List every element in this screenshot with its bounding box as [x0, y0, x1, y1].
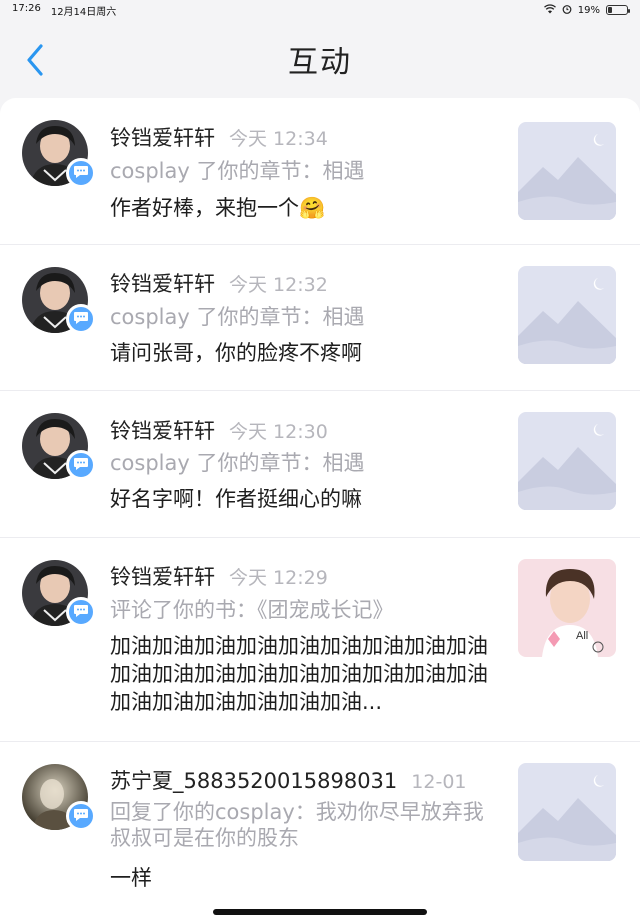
user-name[interactable]: 铃铛爱轩轩 — [110, 415, 215, 445]
user-name[interactable]: 铃铛爱轩轩 — [110, 268, 215, 298]
comment-text: 加油加油加油加油加油加油加油加油加油加油加油加油加油加油加油加油加油加油加油加油… — [110, 634, 488, 714]
chevron-left-icon — [26, 44, 44, 80]
comment-badge — [66, 801, 96, 831]
list-item[interactable]: 铃铛爱轩轩 今天 12:29 评论了你的书：《团宠成长记》 加油加油加油加油加油… — [0, 538, 640, 742]
placeholder-thumbnail[interactable] — [518, 412, 616, 510]
interaction-list: 铃铛爱轩轩 今天 12:34 cosplay 了你的章节：相遇 作者好棒，来抱一… — [0, 98, 640, 921]
action-text: cosplay 了你的章节：相遇 — [110, 305, 365, 329]
status-date: 12月14日周六 — [50, 6, 117, 18]
chat-bubble-icon — [73, 310, 89, 329]
battery-icon — [606, 5, 630, 15]
book-cover-thumbnail[interactable]: All — [518, 559, 616, 657]
action-text: 评论了你的书：《团宠成长记》 — [110, 598, 394, 622]
home-indicator[interactable] — [213, 909, 427, 915]
timestamp: 今天 12:34 — [229, 128, 328, 150]
user-name[interactable]: 铃铛爱轩轩 — [110, 122, 215, 152]
list-item[interactable]: 苏宁夏_5883520015898031 12-01 回复了你的cosplay：… — [0, 742, 640, 921]
alarm-icon — [562, 4, 572, 17]
chat-bubble-icon — [73, 603, 89, 622]
list-item[interactable]: 铃铛爱轩轩 今天 12:30 cosplay 了你的章节：相遇 好名字啊！作者挺… — [0, 391, 640, 538]
placeholder-thumbnail[interactable] — [518, 763, 616, 861]
page-title: 互动 — [288, 45, 352, 80]
status-time: 17:26 — [12, 2, 41, 14]
comment-badge — [66, 597, 96, 627]
battery-percent: 19% — [577, 4, 600, 16]
comment-badge — [66, 304, 96, 334]
placeholder-thumbnail[interactable] — [518, 266, 616, 364]
timestamp: 今天 12:29 — [229, 567, 328, 589]
chat-bubble-icon — [73, 456, 89, 475]
list-item[interactable]: 铃铛爱轩轩 今天 12:34 cosplay 了你的章节：相遇 作者好棒，来抱一… — [0, 98, 640, 245]
comment-badge — [66, 450, 96, 480]
action-text: 回复了你的cosplay：我劝你尽早放弃我叔叔可是在你的股东 — [110, 800, 484, 850]
comment-text: 好名字啊！作者挺细心的嘛 — [110, 487, 362, 511]
action-text: cosplay 了你的章节：相遇 — [110, 159, 365, 183]
wifi-icon — [543, 3, 556, 17]
action-text: cosplay 了你的章节：相遇 — [110, 451, 365, 475]
timestamp: 今天 12:32 — [229, 274, 328, 296]
back-button[interactable] — [20, 42, 50, 82]
placeholder-thumbnail[interactable] — [518, 122, 616, 220]
list-item[interactable]: 铃铛爱轩轩 今天 12:32 cosplay 了你的章节：相遇 请问张哥，你的脸… — [0, 245, 640, 391]
comment-text: 作者好棒，来抱一个🤗 — [110, 196, 326, 220]
header: 互动 — [0, 20, 640, 98]
chat-bubble-icon — [73, 807, 89, 826]
timestamp: 今天 12:30 — [229, 421, 328, 443]
svg-text:All: All — [576, 630, 588, 642]
status-bar: 17:26 12月14日周六 19% — [0, 0, 640, 20]
comment-text: 一样 — [110, 866, 152, 890]
chat-bubble-icon — [73, 164, 89, 183]
user-name[interactable]: 苏宁夏_5883520015898031 — [110, 765, 397, 795]
comment-text: 请问张哥，你的脸疼不疼啊 — [110, 341, 362, 365]
comment-badge — [66, 158, 96, 188]
timestamp: 12-01 — [411, 771, 467, 793]
user-name[interactable]: 铃铛爱轩轩 — [110, 561, 215, 591]
